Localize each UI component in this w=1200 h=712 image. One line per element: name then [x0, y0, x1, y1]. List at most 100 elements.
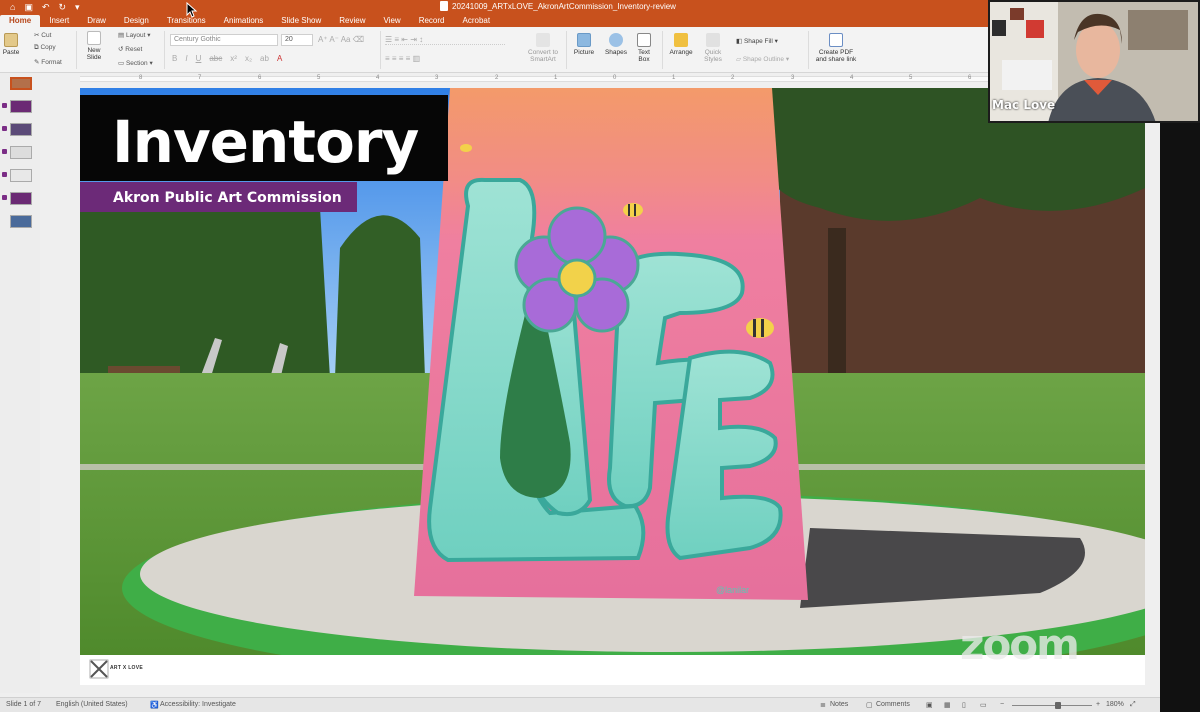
notes-button[interactable]: Notes: [830, 701, 848, 708]
zoom-level[interactable]: 180%: [1106, 701, 1124, 708]
picture-button[interactable]: Picture: [570, 33, 598, 56]
reset-button[interactable]: ↺ Reset: [118, 45, 142, 53]
ruler-tick-label: 0: [613, 75, 617, 81]
align-right-icon[interactable]: ≡: [399, 54, 406, 63]
slide-thumbnail-7[interactable]: [2, 215, 36, 229]
align-center-icon[interactable]: ≡: [392, 54, 399, 63]
save-icon[interactable]: ▣: [24, 1, 33, 13]
slide-thumbnail-1[interactable]: [2, 77, 36, 91]
underline-icon[interactable]: U: [196, 54, 202, 63]
slide-title[interactable]: Inventory: [112, 108, 419, 176]
format-painter-button[interactable]: ✎ Format: [34, 58, 62, 66]
convert-smartart-button[interactable]: Convert to SmartArt: [520, 33, 566, 63]
quick-access-toolbar: ⌂ ▣ ↶ ↻ ▾: [10, 1, 80, 13]
slide-thumbnail-3[interactable]: [2, 123, 36, 137]
zoom-out-icon[interactable]: −: [1000, 701, 1004, 708]
thumbnail-image: [10, 146, 32, 159]
bullets-icon[interactable]: ☰: [385, 35, 394, 44]
tab-draw[interactable]: Draw: [78, 15, 115, 27]
shapes-button[interactable]: Shapes: [602, 33, 630, 56]
customize-toolbar-icon[interactable]: ▾: [75, 1, 80, 13]
logo-text: ART X LOVE: [110, 665, 144, 671]
slide-subtitle[interactable]: Akron Public Art Commission: [113, 190, 342, 206]
reading-view-icon[interactable]: ▯: [962, 701, 966, 709]
line-spacing-icon[interactable]: ↕: [419, 35, 423, 44]
font-color-icon[interactable]: A: [277, 54, 282, 63]
participant-name: Mac Love: [992, 98, 1056, 112]
arrange-button[interactable]: Arrange: [666, 33, 696, 56]
comments-icon[interactable]: ▢: [866, 701, 873, 709]
create-pdf-button[interactable]: Create PDF and share link: [812, 33, 860, 63]
highlight-icon[interactable]: ab: [260, 54, 269, 63]
tab-insert[interactable]: Insert: [40, 15, 78, 27]
tree-canopy: [80, 186, 330, 378]
tab-review[interactable]: Review: [330, 15, 374, 27]
tab-design[interactable]: Design: [115, 15, 158, 27]
zoom-slider-handle[interactable]: [1055, 702, 1061, 709]
ruler-tick-label: 3: [435, 75, 439, 81]
ruler-tick-label: 2: [495, 75, 499, 81]
participant-video-tile[interactable]: Mac Love: [988, 0, 1200, 123]
paste-button[interactable]: Paste: [2, 33, 20, 56]
strikethrough-icon[interactable]: abc: [209, 54, 222, 63]
tab-view[interactable]: View: [375, 15, 410, 27]
slide-canvas[interactable]: @lanilar Inventory Akron Public Art Comm…: [80, 88, 1145, 655]
zoom-slider[interactable]: [1012, 705, 1092, 706]
outdent-icon[interactable]: ⇥: [410, 35, 419, 44]
home-icon[interactable]: ⌂: [10, 1, 15, 13]
ruler-tick-label: 7: [198, 75, 202, 81]
layout-button[interactable]: ▤ Layout ▾: [118, 31, 151, 39]
document-title-text: 20241009_ARTxLOVE_AkronArtCommission_Inv…: [452, 1, 676, 11]
language-indicator[interactable]: English (United States): [56, 701, 128, 708]
clear-format-icon[interactable]: Aa: [341, 35, 353, 44]
tab-home[interactable]: Home: [0, 15, 41, 27]
slide-thumbnail-4[interactable]: [2, 146, 36, 160]
paint-bucket-icon: ◧: [736, 38, 744, 45]
accessibility-status[interactable]: Accessibility: Investigate: [160, 701, 236, 708]
tab-slide-show[interactable]: Slide Show: [272, 15, 330, 27]
slide-thumbnail-2[interactable]: [2, 100, 36, 114]
italic-icon[interactable]: I: [185, 54, 187, 63]
grow-font-icon[interactable]: A⁺: [318, 35, 329, 44]
shape-outline-button[interactable]: ▱ Shape Outline ▾: [736, 55, 789, 63]
cut-button[interactable]: ✂ Cut: [34, 31, 51, 39]
columns-icon[interactable]: ▥: [413, 54, 421, 63]
shrink-font-icon[interactable]: A⁻: [329, 35, 340, 44]
font-name-select[interactable]: Century Gothic: [170, 34, 278, 46]
new-slide-button[interactable]: New Slide: [82, 31, 106, 61]
superscript-icon[interactable]: x²: [230, 54, 237, 63]
redo-icon[interactable]: ↻: [59, 1, 67, 13]
thumbnail-image: [10, 169, 32, 182]
eraser-icon[interactable]: ⌫: [353, 35, 364, 44]
zoom-in-icon[interactable]: +: [1096, 701, 1100, 708]
slide-sorter-icon[interactable]: ▦: [944, 701, 951, 709]
bold-icon[interactable]: B: [172, 54, 177, 63]
picture-label: Picture: [573, 49, 595, 56]
tab-record[interactable]: Record: [410, 15, 454, 27]
accessibility-icon[interactable]: ♿: [150, 701, 159, 709]
text-box-button[interactable]: Text Box: [632, 33, 656, 63]
justify-icon[interactable]: ≡: [406, 54, 413, 63]
ruler-tick-label: 4: [850, 75, 854, 81]
fit-to-window-icon[interactable]: ⤢: [1130, 701, 1136, 709]
align-left-icon[interactable]: ≡: [385, 54, 392, 63]
font-size-select[interactable]: 20: [281, 34, 313, 46]
copy-button[interactable]: ⧉ Copy: [34, 44, 56, 52]
paragraph-align-row: ≡ ≡ ≡ ≡ ▥: [385, 54, 505, 64]
ribbon-divider: [76, 31, 77, 69]
tab-acrobat[interactable]: Acrobat: [454, 15, 500, 27]
slide-thumbnail-5[interactable]: [2, 169, 36, 183]
slide-show-icon[interactable]: ▭: [980, 701, 987, 709]
subscript-icon[interactable]: x₂: [245, 54, 252, 63]
comments-button[interactable]: Comments: [876, 701, 910, 708]
tab-animations[interactable]: Animations: [215, 15, 273, 27]
slide-thumbnail-6[interactable]: [2, 192, 36, 206]
chevron-down-icon: ▾: [145, 32, 151, 39]
notes-icon[interactable]: ≣: [820, 701, 826, 709]
indent-icon[interactable]: ⇤: [401, 35, 410, 44]
section-button[interactable]: ▭ Section ▾: [118, 59, 153, 67]
normal-view-icon[interactable]: ▣: [926, 701, 933, 709]
shape-fill-button[interactable]: ◧ Shape Fill ▾: [736, 37, 778, 45]
quick-styles-button[interactable]: Quick Styles: [700, 33, 726, 63]
undo-icon[interactable]: ↶: [42, 1, 50, 13]
